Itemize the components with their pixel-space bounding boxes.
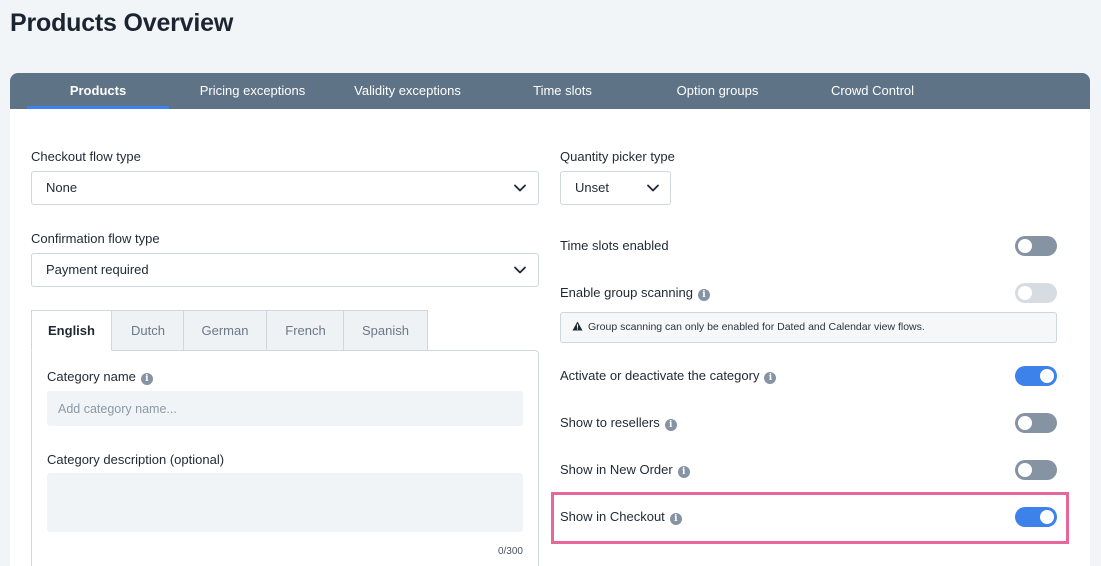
confirmation-flow-value: Payment required (46, 262, 149, 277)
products-card: Products Pricing exceptions Validity exc… (10, 73, 1090, 566)
info-icon[interactable]: i (664, 419, 677, 431)
group-scanning-warning: Group scanning can only be enabled for D… (560, 312, 1057, 343)
info-icon[interactable]: i (140, 373, 153, 385)
quantity-picker-value: Unset (575, 180, 609, 195)
language-tab-german[interactable]: German (183, 310, 267, 351)
confirmation-flow-label: Confirmation flow type (31, 231, 160, 246)
chevron-down-icon (514, 266, 526, 274)
category-name-input[interactable] (47, 391, 523, 426)
chevron-down-icon (647, 184, 659, 192)
group-scanning-label: Enable group scanning i (560, 285, 710, 301)
group-scanning-toggle[interactable] (1015, 283, 1057, 303)
language-tab-spanish[interactable]: Spanish (343, 310, 428, 351)
warning-triangle-icon (572, 321, 583, 331)
warning-text: Group scanning can only be enabled for D… (588, 321, 925, 333)
time-slots-enabled-label: Time slots enabled (560, 238, 669, 253)
chevron-down-icon (514, 184, 526, 192)
category-description-input[interactable] (47, 473, 523, 532)
info-icon[interactable]: i (764, 372, 777, 384)
info-icon[interactable]: i (677, 466, 690, 478)
show-resellers-label: Show to resellers i (560, 415, 677, 431)
character-counter: 0/300 (497, 546, 523, 557)
tab-time-slots[interactable]: Time slots (492, 73, 633, 109)
quantity-picker-select[interactable]: Unset (560, 171, 671, 205)
tab-validity-exceptions[interactable]: Validity exceptions (337, 73, 478, 109)
quantity-picker-label: Quantity picker type (560, 149, 675, 164)
tab-crowd-control[interactable]: Crowd Control (802, 73, 943, 109)
tab-products[interactable]: Products (27, 73, 169, 109)
info-icon[interactable]: i (698, 289, 710, 301)
checkout-flow-select[interactable]: None (31, 171, 539, 205)
activate-category-label: Activate or deactivate the category i (560, 368, 777, 384)
show-resellers-toggle[interactable] (1015, 413, 1057, 433)
checkout-flow-value: None (46, 180, 78, 195)
tab-pricing-exceptions[interactable]: Pricing exceptions (182, 73, 323, 109)
time-slots-enabled-toggle[interactable] (1015, 236, 1057, 256)
activate-category-toggle[interactable] (1015, 366, 1057, 386)
category-name-label: Category name i (47, 369, 153, 385)
language-panel: Category namei Category description (opt… (31, 350, 539, 566)
show-checkout-toggle[interactable] (1015, 507, 1057, 527)
show-checkout-label: Show in Checkout i (560, 509, 682, 525)
tab-option-groups[interactable]: Option groups (647, 73, 788, 109)
language-tab-french[interactable]: French (266, 310, 345, 351)
language-tab-english[interactable]: English (31, 310, 112, 351)
language-tab-dutch[interactable]: Dutch (111, 310, 185, 351)
show-new-order-toggle[interactable] (1015, 460, 1057, 480)
show-new-order-label: Show in New Order i (560, 462, 690, 478)
checkout-flow-label: Checkout flow type (31, 149, 141, 164)
info-icon[interactable]: i (669, 513, 682, 525)
page-title: Products Overview (10, 9, 234, 37)
category-description-label: Category description (optional) (47, 452, 225, 467)
tab-bar: Products Pricing exceptions Validity exc… (10, 73, 1090, 109)
confirmation-flow-select[interactable]: Payment required (31, 253, 539, 287)
